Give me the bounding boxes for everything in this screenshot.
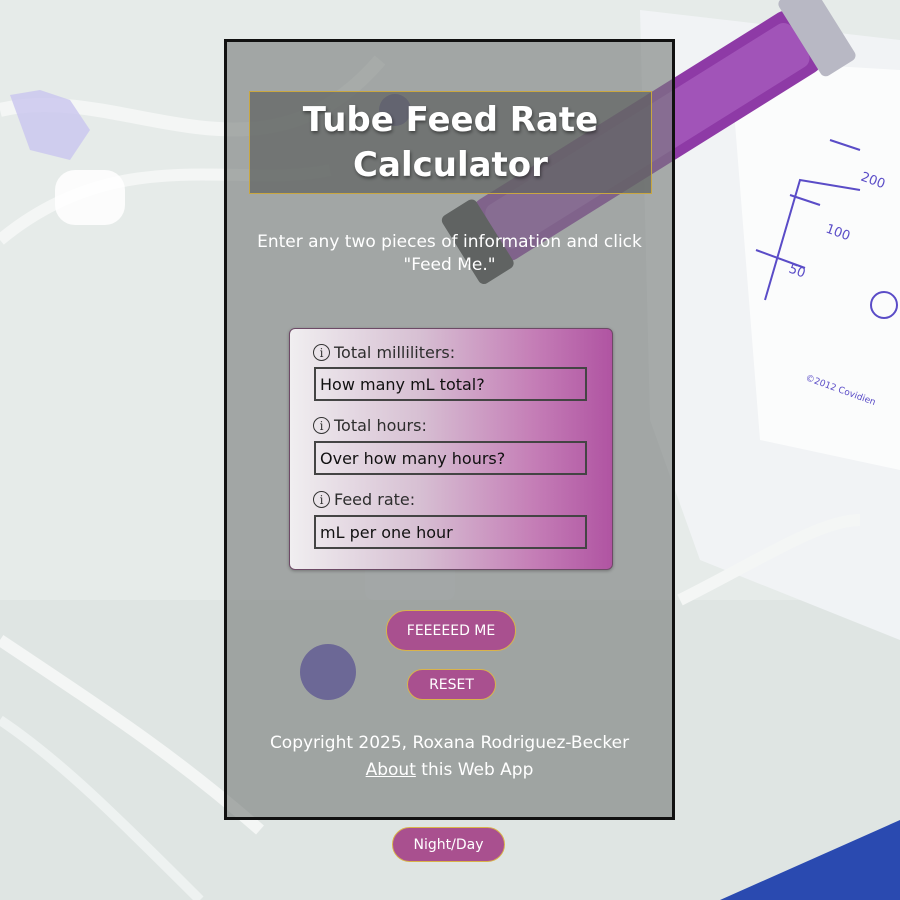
reset-button[interactable]: RESET xyxy=(407,669,496,700)
feed-rate-label: i Feed rate: xyxy=(313,490,415,509)
total-hours-input[interactable] xyxy=(314,441,587,475)
total-hours-label: i Total hours: xyxy=(313,416,427,435)
page-title: Tube Feed Rate Calculator xyxy=(249,91,652,194)
info-icon[interactable]: i xyxy=(313,417,330,434)
feed-rate-label-text: Feed rate: xyxy=(334,490,416,509)
app-stage: 200 100 50 ©2012 Covidien Tube Feed Rate… xyxy=(0,0,900,900)
total-milliliters-label-text: Total milliliters: xyxy=(334,343,456,362)
copyright-text: Copyright 2025, Roxana Rodriguez-Becker xyxy=(269,733,630,753)
about-line: About this Web App xyxy=(227,757,672,784)
instructions-text: Enter any two pieces of information and … xyxy=(257,232,642,275)
total-hours-label-text: Total hours: xyxy=(334,416,427,435)
night-day-toggle-button[interactable]: Night/Day xyxy=(392,827,505,862)
total-milliliters-label: i Total milliliters: xyxy=(313,343,455,362)
info-icon[interactable]: i xyxy=(313,491,330,508)
feed-me-button[interactable]: FEEEEED ME xyxy=(386,610,516,651)
feed-rate-input[interactable] xyxy=(314,515,587,549)
footer: Copyright 2025, Roxana Rodriguez-Becker … xyxy=(227,730,672,784)
total-milliliters-input[interactable] xyxy=(314,367,587,401)
info-icon[interactable]: i xyxy=(313,344,330,361)
about-link[interactable]: About xyxy=(366,760,416,780)
about-suffix: this Web App xyxy=(415,760,534,780)
calculator-form: i Total milliliters: i Total hours: i Fe… xyxy=(289,328,613,570)
page-title-text: Tube Feed Rate Calculator xyxy=(302,99,599,185)
calculator-panel: Tube Feed Rate Calculator Enter any two … xyxy=(224,39,675,820)
